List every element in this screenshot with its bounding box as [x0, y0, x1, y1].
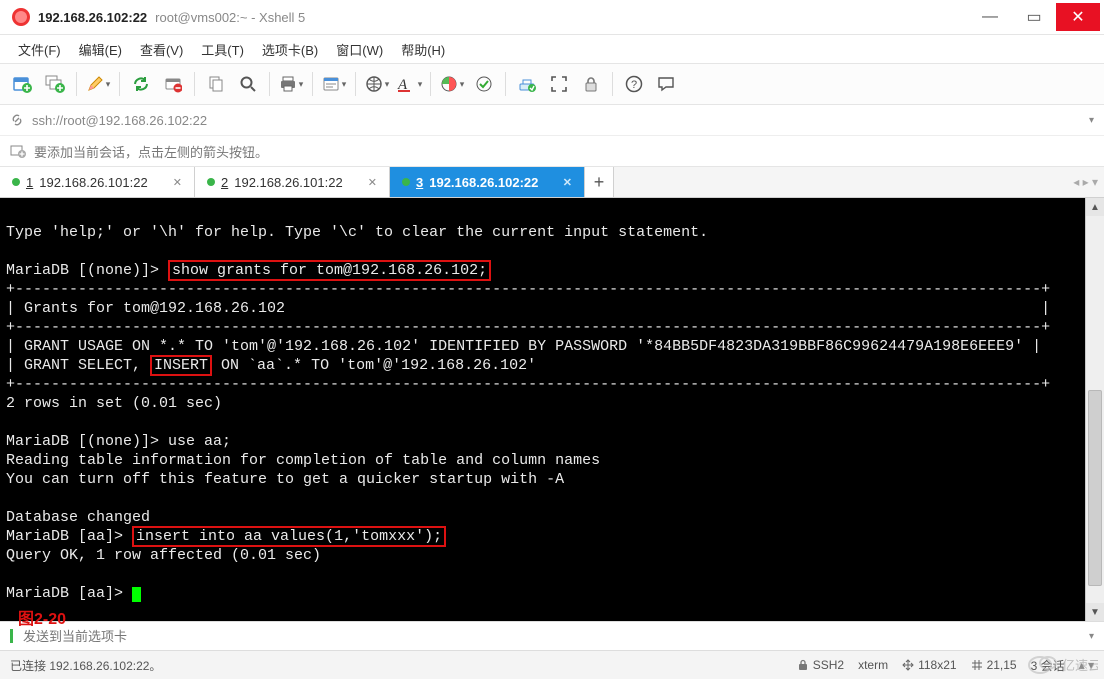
- scroll-up-icon[interactable]: ▲: [1086, 198, 1104, 216]
- address-text: ssh://root@192.168.26.102:22: [32, 113, 207, 128]
- menu-help[interactable]: 帮助(H): [393, 36, 453, 63]
- tab-number: 2: [221, 175, 228, 190]
- svg-text:?: ?: [631, 79, 637, 91]
- status-size: 118x21: [902, 658, 956, 672]
- scroll-down-icon[interactable]: ▼: [1086, 603, 1104, 621]
- hint-bar: 要添加当前会话，点击左侧的箭头按钮。: [0, 136, 1104, 167]
- globe-icon[interactable]: ▾: [362, 69, 392, 99]
- color-icon[interactable]: ▾: [437, 69, 467, 99]
- close-button[interactable]: ✕: [1056, 3, 1100, 31]
- status-connection: 已连接 192.168.26.102:22。: [10, 657, 161, 674]
- status-protocol: SSH2: [797, 658, 844, 672]
- print-icon[interactable]: ▾: [276, 69, 306, 99]
- tab-nav[interactable]: ◂ ▸ ▾: [1067, 167, 1104, 197]
- status-dot-icon: [402, 178, 410, 186]
- menu-view[interactable]: 查看(V): [132, 36, 191, 63]
- highlight-show-grants: show grants for tom@192.168.26.102;: [168, 260, 491, 281]
- menu-window[interactable]: 窗口(W): [328, 36, 391, 63]
- help-icon[interactable]: ?: [619, 69, 649, 99]
- status-dot-icon: [207, 178, 215, 186]
- menu-edit[interactable]: 编辑(E): [71, 36, 130, 63]
- menu-bar: 文件(F) 编辑(E) 查看(V) 工具(T) 选项卡(B) 窗口(W) 帮助(…: [0, 35, 1104, 63]
- chat-icon[interactable]: [651, 69, 681, 99]
- address-bar[interactable]: ssh://root@192.168.26.102:22 ▾: [0, 105, 1104, 136]
- tab-number: 3: [416, 175, 423, 190]
- search-icon[interactable]: [233, 69, 263, 99]
- status-dot-icon: [12, 178, 20, 186]
- xftp-icon[interactable]: [512, 69, 542, 99]
- highlight-icon[interactable]: [469, 69, 499, 99]
- tab-1[interactable]: 1 192.168.26.101:22 ✕: [0, 167, 195, 197]
- tab-close-icon[interactable]: ✕: [173, 176, 182, 189]
- menu-tabs[interactable]: 选项卡(B): [254, 36, 326, 63]
- tab-number: 1: [26, 175, 33, 190]
- title-host: 192.168.26.102:22: [38, 10, 147, 25]
- disconnect-icon[interactable]: [158, 69, 188, 99]
- link-icon: [10, 113, 24, 127]
- copy-icon[interactable]: [201, 69, 231, 99]
- tab-close-icon[interactable]: ✕: [563, 176, 572, 189]
- status-bar: 已连接 192.168.26.102:22。 SSH2 xterm 118x21…: [0, 650, 1104, 679]
- highlight-insert-into: insert into aa values(1,'tomxxx');: [132, 526, 446, 547]
- cursor: [132, 587, 141, 602]
- tab-close-icon[interactable]: ✕: [368, 176, 377, 189]
- minimize-button[interactable]: —: [968, 3, 1012, 31]
- tab-label: 192.168.26.101:22: [234, 175, 342, 190]
- send-input[interactable]: [21, 628, 1081, 645]
- highlight-insert: INSERT: [150, 355, 212, 376]
- tab-3[interactable]: 3 192.168.26.102:22 ✕: [390, 167, 585, 197]
- send-dropdown-icon[interactable]: ▾: [1089, 631, 1094, 642]
- maximize-button[interactable]: ▭: [1012, 3, 1056, 31]
- status-termtype: xterm: [858, 658, 888, 672]
- lock-icon[interactable]: [576, 69, 606, 99]
- grid-icon: [971, 659, 983, 671]
- terminal[interactable]: Type 'help;' or '\h' for help. Type '\c'…: [0, 198, 1085, 621]
- reconnect-icon[interactable]: [126, 69, 156, 99]
- send-bar: ▾: [0, 621, 1104, 650]
- size-icon: [902, 659, 914, 671]
- edit-icon[interactable]: ▾: [83, 69, 113, 99]
- menu-tools[interactable]: 工具(T): [193, 36, 252, 63]
- properties-icon[interactable]: ▾: [319, 69, 349, 99]
- watermark-logo: 亿速云: [1028, 653, 1098, 677]
- tab-2[interactable]: 2 192.168.26.101:22 ✕: [195, 167, 390, 197]
- tab-label: 192.168.26.101:22: [39, 175, 147, 190]
- title-subtitle: root@vms002:~ - Xshell 5: [155, 10, 305, 25]
- lock-small-icon: [797, 659, 809, 671]
- hint-text: 要添加当前会话，点击左侧的箭头按钮。: [34, 142, 268, 161]
- tab-bar: 1 192.168.26.101:22 ✕ 2 192.168.26.101:2…: [0, 167, 1104, 198]
- new-tab-icon[interactable]: [40, 69, 70, 99]
- font-icon[interactable]: A▾: [394, 69, 424, 99]
- scroll-thumb[interactable]: [1088, 390, 1102, 586]
- tab-add-button[interactable]: +: [585, 167, 614, 197]
- tab-label: 192.168.26.102:22: [429, 175, 538, 190]
- toolbar: ▾ ▾ ▾ ▾ A▾ ▾ ?: [0, 63, 1104, 105]
- menu-file[interactable]: 文件(F): [10, 36, 69, 63]
- scrollbar[interactable]: ▲ ▼: [1085, 198, 1104, 621]
- status-cursor: 21,15: [971, 658, 1017, 672]
- app-icon: [12, 8, 30, 26]
- address-dropdown-icon[interactable]: ▾: [1089, 115, 1094, 126]
- add-session-icon[interactable]: [10, 143, 26, 159]
- new-session-icon[interactable]: [8, 69, 38, 99]
- send-indicator-icon: [10, 629, 13, 643]
- window-buttons: — ▭ ✕: [968, 3, 1100, 31]
- fullscreen-icon[interactable]: [544, 69, 574, 99]
- svg-text:亿速云: 亿速云: [1062, 658, 1098, 673]
- titlebar: 192.168.26.102:22 root@vms002:~ - Xshell…: [0, 0, 1104, 35]
- figure-label: 图2-20: [18, 605, 66, 629]
